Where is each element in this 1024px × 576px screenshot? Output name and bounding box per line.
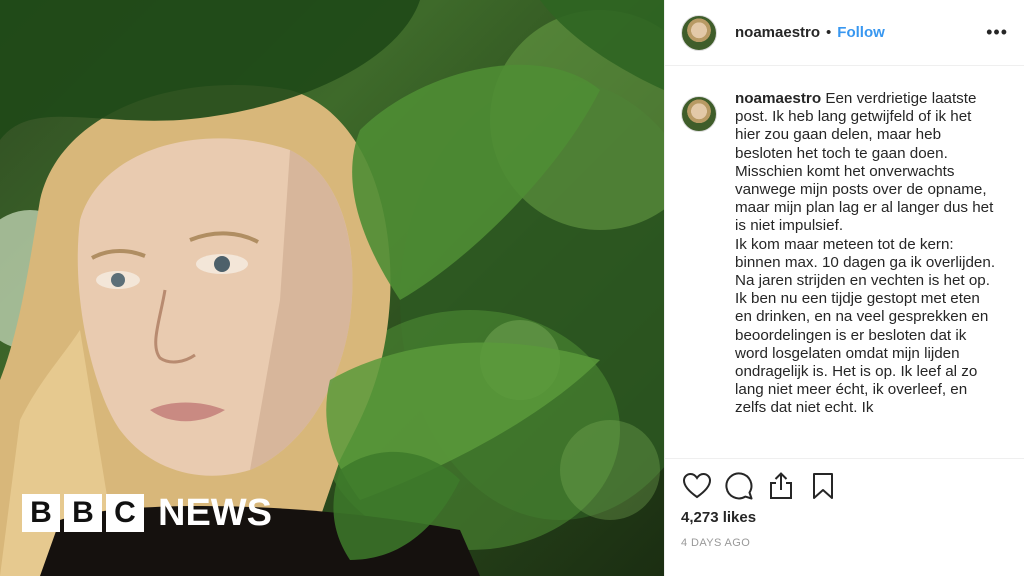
post-timestamp[interactable]: 4 DAYS AGO (681, 537, 750, 549)
bbc-blocks: B B C (22, 494, 144, 532)
author-avatar[interactable] (681, 14, 717, 51)
caption-body: Een verdrietige laatste post. Ik heb lan… (735, 90, 996, 417)
post-header: noamaestro • Follow ••• (665, 0, 1024, 66)
bbc-news-word: NEWS (158, 492, 272, 534)
bbc-block-b1: B (22, 494, 60, 532)
bbc-block-b2: B (64, 494, 102, 532)
more-options-icon[interactable]: ••• (986, 22, 1008, 43)
caption-comment: noamaestro Een verdrietige laatste post.… (681, 90, 1010, 456)
caption-avatar[interactable] (681, 96, 717, 132)
caption-text: noamaestro Een verdrietige laatste post.… (735, 90, 999, 456)
bookmark-icon[interactable] (807, 470, 839, 502)
actions-divider (665, 458, 1024, 459)
author-username[interactable]: noamaestro (735, 24, 820, 41)
caption-username[interactable]: noamaestro (735, 90, 821, 107)
bbc-block-c: C (106, 494, 144, 532)
photo-scene (0, 0, 664, 576)
comment-bubble-icon[interactable] (723, 470, 755, 502)
follow-button[interactable]: Follow (837, 24, 885, 41)
heart-icon[interactable] (681, 470, 713, 502)
action-bar (681, 466, 1012, 506)
bbc-news-logo: B B C NEWS (22, 494, 272, 532)
header-separator: • (826, 24, 832, 41)
likes-count[interactable]: 4,273 likes (681, 509, 756, 526)
post-side-panel: noamaestro • Follow ••• noamaestro Een v… (664, 0, 1024, 576)
share-icon[interactable] (765, 470, 797, 502)
post-photo[interactable]: B B C NEWS (0, 0, 664, 576)
